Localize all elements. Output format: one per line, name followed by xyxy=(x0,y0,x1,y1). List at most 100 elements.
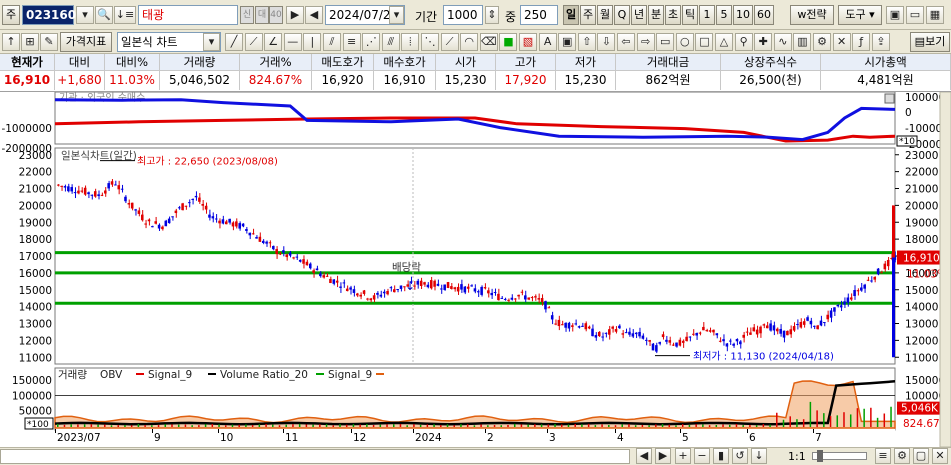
crosshair-icon[interactable]: ✚ xyxy=(754,33,773,51)
info-value: 4,481억원 xyxy=(821,71,951,90)
tools-button[interactable]: 도구 ▾ xyxy=(838,5,882,25)
magnifier-icon[interactable]: ⚲ xyxy=(734,33,753,51)
strategy-button[interactable]: w전략 xyxy=(790,5,834,25)
circle-icon[interactable]: ○ xyxy=(675,33,694,51)
zoom-out-icon[interactable]: − xyxy=(694,448,710,464)
grid-icon[interactable]: ⊞ xyxy=(21,33,39,51)
triangle-icon[interactable]: △ xyxy=(715,33,733,51)
vertical-line-icon[interactable]: | xyxy=(303,33,322,51)
top-panel-right-tick: 0 xyxy=(905,107,912,119)
down-arrow-icon[interactable]: ⇩ xyxy=(597,33,616,51)
search-icon[interactable]: 🔍 xyxy=(95,6,113,24)
down-icon[interactable]: ↓ xyxy=(751,448,767,464)
candle-body xyxy=(171,216,174,218)
fill-icon[interactable]: ▧ xyxy=(519,33,537,51)
chart-type-dropdown-icon[interactable]: ▾ xyxy=(203,33,220,51)
interval-button[interactable]: Q xyxy=(614,5,630,25)
open-folder-icon[interactable]: ▭ xyxy=(906,6,924,24)
price-indicator-button[interactable]: 가격지표 xyxy=(60,32,112,52)
interval-button[interactable]: 60 xyxy=(754,5,774,25)
interval-button[interactable]: 틱 xyxy=(682,5,698,25)
x-axis-tick xyxy=(813,429,814,433)
edit-icon[interactable]: ✎ xyxy=(40,33,58,51)
volume-bar xyxy=(164,424,167,427)
next-arrow-icon[interactable]: ▶ xyxy=(286,6,304,24)
candle-body xyxy=(295,256,299,258)
arc-icon[interactable]: ◠ xyxy=(460,33,479,51)
calendar-dropdown-icon[interactable]: ▾ xyxy=(389,6,404,24)
interval-button[interactable]: 주 xyxy=(580,5,596,25)
sort-icon[interactable]: ↓≡ xyxy=(114,6,136,24)
cycle-lines-icon[interactable]: ⦙ xyxy=(401,33,420,51)
window-icon[interactable]: ▢ xyxy=(913,448,929,464)
candle-body xyxy=(611,326,614,329)
stock-name-field[interactable]: 태광 xyxy=(138,5,238,25)
zoom-slider[interactable] xyxy=(812,450,867,462)
market-mode-button[interactable]: 주 xyxy=(2,5,20,25)
interval-button[interactable]: 10 xyxy=(733,5,753,25)
interval-button[interactable]: 월 xyxy=(597,5,613,25)
interval-button[interactable]: 년 xyxy=(631,5,647,25)
fit-icon[interactable]: ▮ xyxy=(713,448,729,464)
candle-body xyxy=(389,287,393,289)
parallel-lines-icon[interactable]: ⫽ xyxy=(323,33,341,51)
eraser-icon[interactable]: ⌫ xyxy=(479,33,498,51)
angle-icon[interactable]: ∠ xyxy=(264,33,283,51)
print-icon[interactable]: ▦ xyxy=(926,6,944,24)
interval-button[interactable]: 일 xyxy=(563,5,579,25)
horizontal-scrollbar[interactable] xyxy=(0,449,630,464)
candle-body xyxy=(715,333,719,336)
interval-button[interactable]: 초 xyxy=(665,5,681,25)
cursor-icon[interactable]: ↑ xyxy=(2,33,20,51)
period-input[interactable]: 1000 xyxy=(443,5,483,25)
chart-list-icon[interactable]: ≡ xyxy=(875,448,891,464)
save-icon[interactable]: ▣ xyxy=(886,6,904,24)
volume-bar xyxy=(130,425,133,427)
settings-icon[interactable]: ⚙ xyxy=(813,33,831,51)
stock-code-input[interactable]: 023160 xyxy=(22,5,76,25)
volume-bar xyxy=(265,423,267,427)
interval-button[interactable]: 분 xyxy=(648,5,664,25)
close-icon[interactable]: ✕ xyxy=(932,448,948,464)
reset-icon[interactable]: ↺ xyxy=(732,448,748,464)
chart-svg[interactable]: 기관 · 외국인 순매수-1000000-20000001000000-1000… xyxy=(0,92,951,447)
wave-icon[interactable]: ∿ xyxy=(773,33,792,51)
delete-icon[interactable]: ✕ xyxy=(832,33,851,51)
trendline-icon[interactable]: ⟋ xyxy=(244,33,263,51)
zoom-in-icon[interactable]: + xyxy=(675,448,691,464)
fibonacci-icon[interactable]: ≡ xyxy=(342,33,361,51)
object-icon[interactable]: ▣ xyxy=(558,33,577,51)
period-spin-icon[interactable]: ⇕ xyxy=(485,6,499,24)
candle-body xyxy=(574,323,577,325)
speed-line-icon[interactable]: ⟋ xyxy=(440,33,459,51)
interval-button[interactable]: 1 xyxy=(699,5,715,25)
indicator-icon[interactable]: ƒ xyxy=(852,33,871,51)
volume-bar xyxy=(104,424,106,427)
interval-button[interactable]: 5 xyxy=(716,5,732,25)
channel-icon[interactable]: ⫻ xyxy=(381,33,400,51)
scroll-left-icon[interactable]: ◀ xyxy=(636,448,652,464)
rectangle-icon[interactable]: □ xyxy=(695,33,714,51)
candle-body xyxy=(386,290,389,295)
count-input[interactable]: 250 xyxy=(520,5,558,25)
export-icon[interactable]: ⇪ xyxy=(871,33,890,51)
color-icon[interactable]: ■ xyxy=(499,33,518,51)
candle-body xyxy=(789,329,793,335)
right-arrow-icon[interactable]: ⇨ xyxy=(636,33,655,51)
line-tool-icon[interactable]: ╱ xyxy=(225,33,243,51)
text-tool-icon[interactable]: A xyxy=(538,33,557,51)
settings-icon[interactable]: ⚙ xyxy=(894,448,910,464)
frame-icon[interactable]: ▥ xyxy=(793,33,812,51)
horizontal-line-icon[interactable]: — xyxy=(283,33,302,51)
code-dropdown-icon[interactable]: ▾ xyxy=(76,6,94,24)
note-icon[interactable]: ▭ xyxy=(656,33,675,51)
up-arrow-icon[interactable]: ⇧ xyxy=(577,33,596,51)
prev-arrow-icon[interactable]: ◀ xyxy=(305,6,323,24)
fan-icon[interactable]: ⋱ xyxy=(421,33,439,51)
scroll-right-icon[interactable]: ▶ xyxy=(655,448,671,464)
volume-bar xyxy=(305,424,308,427)
gann-fan-icon[interactable]: ⋰ xyxy=(362,33,381,51)
left-arrow-icon[interactable]: ⇦ xyxy=(617,33,635,51)
view-button[interactable]: ▤보기 xyxy=(910,32,950,52)
candle-body xyxy=(668,340,672,343)
